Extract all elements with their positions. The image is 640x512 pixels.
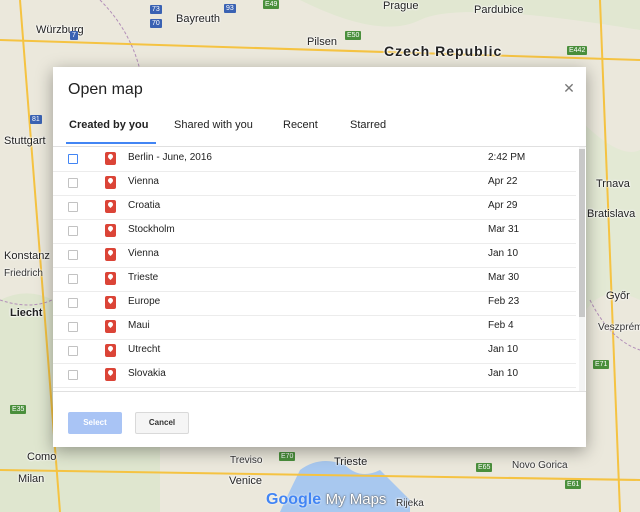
map-city-label: Bratislava — [587, 208, 636, 220]
map-name: Croatia — [128, 200, 161, 211]
map-city-label: Győr — [606, 290, 630, 302]
open-map-dialog: Open map ✕ Created by you Shared with yo… — [53, 67, 586, 447]
map-row[interactable]: Trieste Mar 30 — [53, 267, 576, 292]
row-checkbox[interactable] — [68, 154, 78, 164]
map-row[interactable]: Europe Feb 23 — [53, 291, 576, 316]
map-city-label: Treviso — [230, 455, 263, 466]
map-row[interactable]: Croatia Apr 29 — [53, 195, 576, 220]
map-city-label: Novo Gorica — [512, 460, 568, 471]
road-shield: 70 — [150, 19, 162, 28]
row-checkbox[interactable] — [68, 178, 78, 188]
map-row[interactable]: Utrecht Jan 10 — [53, 339, 576, 364]
map-pin-icon — [105, 248, 116, 261]
map-modified: Mar 31 — [488, 224, 520, 235]
map-city-label: Bayreuth — [176, 13, 221, 25]
map-pin-icon — [105, 296, 116, 309]
map-pin-icon — [105, 344, 116, 357]
tab-recent[interactable]: Recent — [283, 119, 318, 139]
map-country-label: Czech Republic — [384, 43, 503, 59]
map-city-label: Stuttgart — [4, 135, 46, 147]
map-city-label: Pardubice — [474, 4, 524, 16]
map-city-label: Trnava — [596, 178, 630, 190]
row-checkbox[interactable] — [68, 274, 78, 284]
road-shield: 81 — [30, 115, 42, 124]
google-wordmark: Google — [266, 491, 322, 508]
map-modified: Jan 10 — [488, 368, 519, 379]
map-row[interactable]: Vienna Jan 10 — [53, 243, 576, 268]
road-shield: E61 — [565, 480, 582, 489]
row-checkbox[interactable] — [68, 298, 78, 308]
map-city-label: Liecht — [10, 307, 43, 319]
map-pin-icon — [105, 176, 116, 189]
map-city-label: Friedrich — [4, 268, 43, 279]
map-name: Slovakia — [128, 368, 166, 379]
select-button[interactable]: Select — [68, 412, 122, 434]
road-shield: 7 — [70, 31, 78, 40]
row-checkbox[interactable] — [68, 322, 78, 332]
road-shield: 73 — [150, 5, 162, 14]
map-city-label: Venice — [229, 475, 263, 487]
map-modified: Jan 10 — [488, 248, 519, 259]
map-pin-icon — [105, 224, 116, 237]
map-modified: Feb 23 — [488, 296, 520, 307]
map-row[interactable]: Maui Feb 4 — [53, 315, 576, 340]
road-shield: E65 — [476, 463, 493, 472]
my-maps-wordmark: My Maps — [325, 491, 387, 508]
road-shield: E50 — [345, 31, 362, 40]
map-pin-icon — [105, 200, 116, 213]
active-tab-indicator — [66, 142, 156, 144]
tab-starred[interactable]: Starred — [350, 119, 386, 139]
map-modified: Feb 4 — [488, 320, 514, 331]
tab-created-by-you[interactable]: Created by you — [69, 119, 148, 139]
map-city-label: Trieste — [334, 456, 368, 468]
map-row[interactable]: Slovakia Jan 10 — [53, 363, 576, 388]
close-icon[interactable]: ✕ — [562, 80, 576, 97]
map-name: Trieste — [128, 272, 159, 283]
map-modified: Mar 30 — [488, 272, 520, 283]
row-checkbox[interactable] — [68, 250, 78, 260]
list-scrollbar-thumb[interactable] — [579, 149, 585, 317]
map-name: Maui — [128, 320, 150, 331]
map-city-label: Rijeka — [396, 498, 424, 509]
map-row[interactable]: Stockholm Mar 31 — [53, 219, 576, 244]
map-city-label: Milan — [18, 473, 45, 485]
map-city-label: Prague — [383, 0, 419, 12]
row-checkbox[interactable] — [68, 226, 78, 236]
map-city-label: Como — [27, 451, 57, 463]
dialog-title: Open map — [68, 81, 143, 98]
map-modified: 2:42 PM — [488, 152, 526, 163]
road-shield: E442 — [567, 46, 588, 55]
map-modified: Apr 22 — [488, 176, 518, 187]
map-name: Vienna — [128, 248, 159, 259]
map-name: Europe — [128, 296, 161, 307]
road-shield: E35 — [10, 405, 27, 414]
map-city-label: Konstanz — [4, 250, 50, 262]
map-pin-icon — [105, 152, 116, 165]
map-modified: Apr 29 — [488, 200, 518, 211]
tab-shared-with-you[interactable]: Shared with you — [174, 119, 253, 139]
google-my-maps-logo: Google My Maps — [266, 491, 386, 509]
map-city-label: Pilsen — [307, 36, 337, 48]
cancel-button[interactable]: Cancel — [135, 412, 189, 434]
road-shield: 93 — [224, 4, 236, 13]
road-shield: E70 — [279, 452, 296, 461]
map-name: Stockholm — [128, 224, 175, 235]
row-checkbox[interactable] — [68, 346, 78, 356]
map-pin-icon — [105, 320, 116, 333]
map-pin-icon — [105, 368, 116, 381]
map-row[interactable]: Berlin - June, 2016 2:42 PM — [53, 147, 576, 172]
map-name: Vienna — [128, 176, 159, 187]
road-shield: E49 — [263, 0, 280, 9]
map-row[interactable]: Vienna Apr 22 — [53, 171, 576, 196]
map-name: Utrecht — [128, 344, 161, 355]
footer-divider — [53, 391, 586, 392]
row-checkbox[interactable] — [68, 370, 78, 380]
road-shield: E71 — [593, 360, 610, 369]
row-checkbox[interactable] — [68, 202, 78, 212]
map-list[interactable]: Berlin - June, 2016 2:42 PM Vienna Apr 2… — [53, 147, 586, 391]
map-modified: Jan 10 — [488, 344, 519, 355]
map-city-label: Veszprém — [598, 322, 640, 333]
map-pin-icon — [105, 272, 116, 285]
map-name: Berlin - June, 2016 — [128, 152, 212, 163]
